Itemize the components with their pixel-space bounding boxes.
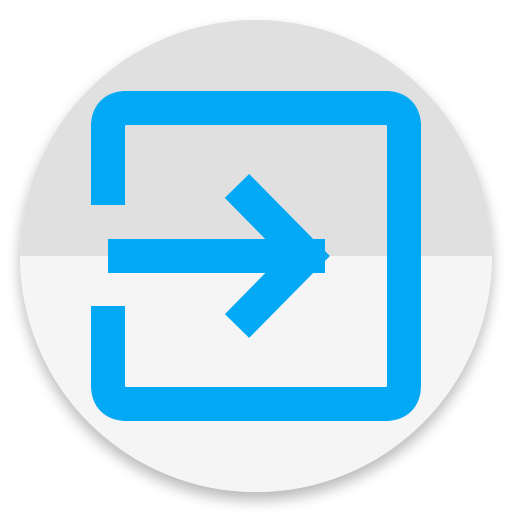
app-icon [0,0,512,512]
sign-in-icon [20,20,492,492]
